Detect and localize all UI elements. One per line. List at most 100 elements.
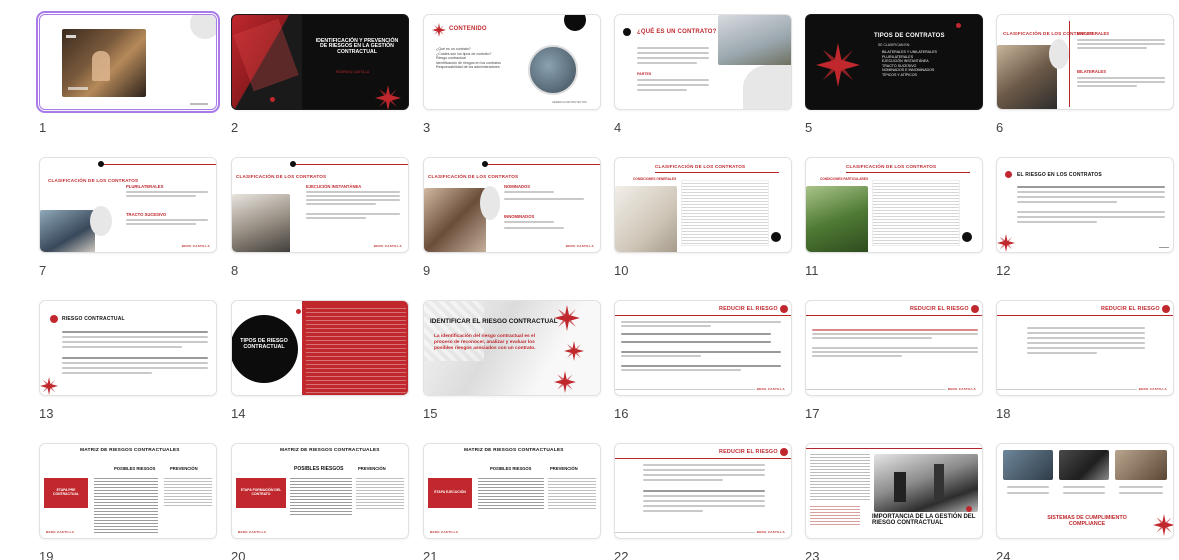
- slide-thumbnail-19[interactable]: MATRIZ DE RIESGOS CONTRACTUALES POSIBLES…: [39, 443, 217, 560]
- slide-16-title: REDUCIR EL RIESGO: [719, 306, 778, 312]
- building-photo: [718, 15, 791, 65]
- slide-15-preview[interactable]: IDENTIFICAR EL RIESGO CONTRACTUAL La ide…: [423, 300, 601, 396]
- slide-number: 18: [996, 406, 1011, 421]
- slide-thumbnail-18[interactable]: REDUCIR EL RIESGO BERG CASTILLA 18: [996, 300, 1174, 421]
- slide-thumbnail-21[interactable]: MATRIZ DE RIESGOS CONTRACTUALES POSIBLES…: [423, 443, 601, 560]
- slide-thumbnail-11[interactable]: CLASIFICACIÓN DE LOS CONTRATOS CONDICION…: [805, 157, 983, 278]
- slide-thumbnail-14[interactable]: TIPOS DE RIESGO CONTRACTUAL 14: [231, 300, 409, 421]
- slide-7-title: CLASIFICACIÓN DE LOS CONTRATOS: [48, 178, 139, 183]
- flower-icon: [375, 85, 401, 109]
- flower-icon: [554, 305, 580, 331]
- slide-thumbnail-20[interactable]: MATRIZ DE RIESGOS CONTRACTUALES POSIBLES…: [231, 443, 409, 560]
- slide-5-title: TIPOS DE CONTRATOS: [874, 33, 945, 39]
- slide-11-title: CLASIFICACIÓN DE LOS CONTRATOS: [846, 164, 937, 169]
- slide-thumbnail-24[interactable]: SISTEMAS DE CUMPLIMIENTO COMPLIANCE 24: [996, 443, 1174, 560]
- slide-thumbnail-22[interactable]: REDUCIR EL RIESGO BERG CASTILLA 22: [614, 443, 792, 560]
- slide-21-preview[interactable]: MATRIZ DE RIESGOS CONTRACTUALES POSIBLES…: [423, 443, 601, 539]
- slide-thumbnail-1[interactable]: 1: [36, 11, 220, 135]
- slide-10-preview[interactable]: CLASIFICACIÓN DE LOS CONTRATOS CONDICION…: [614, 157, 792, 253]
- slide-16-preview[interactable]: REDUCIR EL RIESGO BERG CASTILLA: [614, 300, 792, 396]
- slide-number: 15: [423, 406, 438, 421]
- slide-14-title: TIPOS DE RIESGO CONTRACTUAL: [240, 338, 288, 350]
- slide-thumbnail-2[interactable]: IDENTIFICACIÓN Y PREVENCIÓN DE RIESGOS E…: [231, 14, 409, 135]
- slide-11-preview[interactable]: CLASIFICACIÓN DE LOS CONTRATOS CONDICION…: [805, 157, 983, 253]
- slide-thumbnail-3[interactable]: CONTENIDO ¿Qué es un contrato? ¿Cuáles s…: [423, 14, 601, 135]
- slide-number: 4: [614, 120, 622, 135]
- slide-number: 24: [996, 549, 1011, 560]
- business-photo: [1059, 450, 1109, 480]
- slide-number: 3: [423, 120, 431, 135]
- slide-number: 14: [231, 406, 246, 421]
- slide-2-title: IDENTIFICACIÓN Y PREVENCIÓN DE RIESGOS E…: [315, 38, 399, 55]
- slide-thumbnail-17[interactable]: REDUCIR EL RIESGO BERG CASTILLA 17: [805, 300, 983, 421]
- slide-number: 10: [614, 263, 629, 278]
- slide-15-body: La identificación del riesgo contractual…: [434, 334, 536, 351]
- slide-thumbnail-4[interactable]: ¿QUÉ ES UN CONTRATO? PARTES 4: [614, 14, 792, 135]
- slide-number: 8: [231, 263, 239, 278]
- slide-thumbnail-12[interactable]: EL RIESGO EN LOS CONTRATOS 12: [996, 157, 1174, 278]
- office-bw-photo: [874, 454, 978, 512]
- hands-photo: [424, 188, 486, 252]
- slide-18-title: REDUCIR EL RIESGO: [1101, 306, 1160, 312]
- slide-14-preview[interactable]: TIPOS DE RIESGO CONTRACTUAL: [231, 300, 409, 396]
- slide-sorter-grid: 1 IDENTIFICACIÓN Y PREVENCIÓN DE RIESGOS…: [0, 0, 1179, 560]
- slide-number: 6: [996, 120, 1004, 135]
- slide-number: 21: [423, 549, 438, 560]
- slide-20-title: MATRIZ DE RIESGOS CONTRACTUALES: [280, 448, 380, 453]
- slide-thumbnail-8[interactable]: CLASIFICACIÓN DE LOS CONTRATOS EJECUCIÓN…: [231, 157, 409, 278]
- flower-icon: [1153, 514, 1173, 536]
- slide-22-preview[interactable]: REDUCIR EL RIESGO BERG CASTILLA: [614, 443, 792, 539]
- slide-thumbnail-7[interactable]: CLASIFICACIÓN DE LOS CONTRATOS PLURILATE…: [39, 157, 217, 278]
- slide-22-title: REDUCIR EL RIESGO: [719, 449, 778, 455]
- slide-number: 19: [39, 549, 54, 560]
- slide-10-title: CLASIFICACIÓN DE LOS CONTRATOS: [655, 164, 746, 169]
- slide-17-preview[interactable]: REDUCIR EL RIESGO BERG CASTILLA: [805, 300, 983, 396]
- slide-9-title: CLASIFICACIÓN DE LOS CONTRATOS: [428, 174, 519, 179]
- slide-19-preview[interactable]: MATRIZ DE RIESGOS CONTRACTUALES POSIBLES…: [39, 443, 217, 539]
- slide-2-subtitle: RODRIGO CASTILLA: [336, 70, 370, 74]
- slide-number: 16: [614, 406, 629, 421]
- slide-number: 12: [996, 263, 1011, 278]
- slide-1-preview[interactable]: [36, 11, 220, 113]
- slide-12-preview[interactable]: EL RIESGO EN LOS CONTRATOS: [996, 157, 1174, 253]
- signing-photo: [615, 186, 677, 252]
- slide-thumbnail-13[interactable]: RIESGO CONTRACTUAL 13: [39, 300, 217, 421]
- slide-4-title: ¿QUÉ ES UN CONTRATO?: [637, 29, 717, 35]
- slide-20-preview[interactable]: MATRIZ DE RIESGOS CONTRACTUALES POSIBLES…: [231, 443, 409, 539]
- slide-23-title: IMPORTANCIA DE LA GESTIÓN DEL RIESGO CON…: [872, 514, 976, 527]
- business-photo: [1003, 450, 1053, 480]
- slide-thumbnail-23[interactable]: IMPORTANCIA DE LA GESTIÓN DEL RIESGO CON…: [805, 443, 983, 560]
- slide-number: 1: [39, 120, 47, 135]
- flower-icon: [997, 234, 1015, 252]
- slide-3-preview[interactable]: CONTENIDO ¿Qué es un contrato? ¿Cuáles s…: [423, 14, 601, 110]
- slide-12-title: EL RIESGO EN LOS CONTRATOS: [1017, 172, 1102, 178]
- flower-icon: [554, 371, 576, 393]
- slide-9-preview[interactable]: CLASIFICACIÓN DE LOS CONTRATOS NOMINADOS…: [423, 157, 601, 253]
- circle-photo: [528, 45, 578, 95]
- slide-8-preview[interactable]: CLASIFICACIÓN DE LOS CONTRATOS EJECUCIÓN…: [231, 157, 409, 253]
- slide-13-preview[interactable]: RIESGO CONTRACTUAL: [39, 300, 217, 396]
- slide-7-preview[interactable]: CLASIFICACIÓN DE LOS CONTRATOS PLURILATE…: [39, 157, 217, 253]
- slide-2-preview[interactable]: IDENTIFICACIÓN Y PREVENCIÓN DE RIESGOS E…: [231, 14, 409, 110]
- slide-13-title: RIESGO CONTRACTUAL: [62, 316, 125, 322]
- flower-icon: [816, 43, 860, 87]
- slide-4-preview[interactable]: ¿QUÉ ES UN CONTRATO? PARTES: [614, 14, 792, 110]
- office-photo: [232, 194, 290, 252]
- slide-24-preview[interactable]: SISTEMAS DE CUMPLIMIENTO COMPLIANCE: [996, 443, 1174, 539]
- slide-thumbnail-16[interactable]: REDUCIR EL RIESGO BERG CASTILLA 16: [614, 300, 792, 421]
- slide-thumbnail-15[interactable]: IDENTIFICAR EL RIESGO CONTRACTUAL La ide…: [423, 300, 601, 421]
- slide-23-preview[interactable]: IMPORTANCIA DE LA GESTIÓN DEL RIESGO CON…: [805, 443, 983, 539]
- flower-icon: [40, 377, 58, 395]
- slide-thumbnail-6[interactable]: CLASIFICACIÓN DE LOS CONTRATOS UNILATERA…: [996, 14, 1174, 135]
- slide-3-title: CONTENIDO: [449, 26, 487, 32]
- slide-thumbnail-9[interactable]: CLASIFICACIÓN DE LOS CONTRATOS NOMINADOS…: [423, 157, 601, 278]
- slide-thumbnail-5[interactable]: TIPOS DE CONTRATOS SE CLASIFICAN EN: BIL…: [805, 14, 983, 135]
- slide-18-preview[interactable]: REDUCIR EL RIESGO BERG CASTILLA: [996, 300, 1174, 396]
- slide-6-preview[interactable]: CLASIFICACIÓN DE LOS CONTRATOS UNILATERA…: [996, 14, 1174, 110]
- slide-number: 5: [805, 120, 813, 135]
- slide-5-preview[interactable]: TIPOS DE CONTRATOS SE CLASIFICAN EN: BIL…: [805, 14, 983, 110]
- slide-17-title: REDUCIR EL RIESGO: [910, 306, 969, 312]
- slide-thumbnail-10[interactable]: CLASIFICACIÓN DE LOS CONTRATOS CONDICION…: [614, 157, 792, 278]
- slide-3-list: ¿Qué es un contrato? ¿Cuáles son los tip…: [436, 47, 501, 70]
- business-photo: [1115, 450, 1167, 480]
